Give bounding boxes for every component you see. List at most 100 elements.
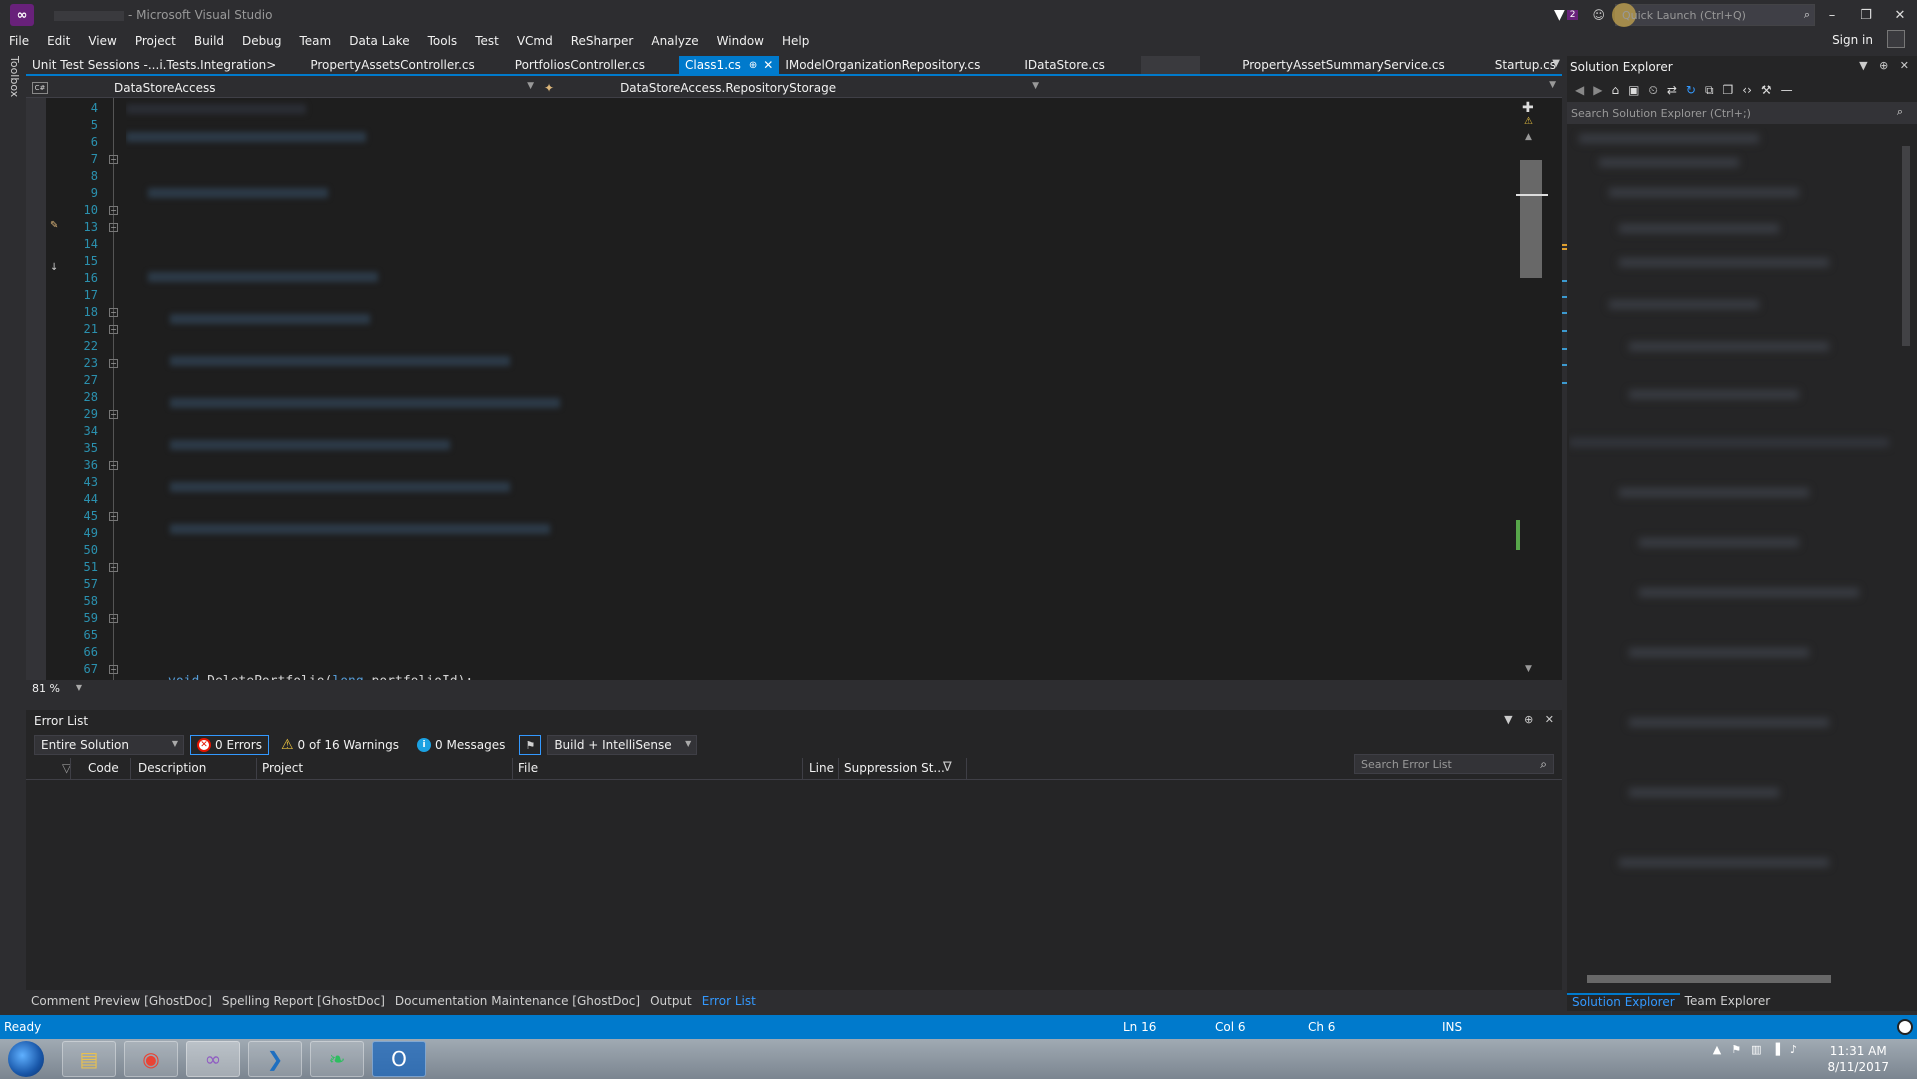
chrome-taskbar-icon[interactable]: ◉ [124,1041,178,1077]
errors-filter-button[interactable]: ✕ 0 Errors [190,735,269,755]
scope-dropdown[interactable]: Entire Solution ▼ [34,735,184,755]
tree-item-blurred[interactable] [1629,648,1809,657]
close-icon[interactable]: ✕ [1900,59,1909,72]
chevron-down-icon[interactable]: ▼ [172,739,178,748]
tree-item-blurred[interactable] [1639,588,1859,597]
menu-file[interactable]: File [0,34,38,48]
pin-icon[interactable]: ⊕ [1879,59,1888,72]
collapse-outline-icon[interactable]: − [109,155,118,164]
scroll-up-icon[interactable]: ▲ [1525,132,1532,142]
powershell-taskbar-icon[interactable]: ❯ [248,1041,302,1077]
menu-resharper[interactable]: ReSharper [562,34,643,48]
tree-item-blurred[interactable] [1619,258,1829,267]
scroll-down-icon[interactable]: ▼ [1525,664,1532,674]
collapse-outline-icon[interactable]: − [109,461,118,470]
tab-unit-test-sessions[interactable]: Unit Test Sessions -...i.Tests.Integrati… [26,56,282,74]
column-code[interactable]: Code [88,761,119,775]
quick-action-icon[interactable]: ✎ [50,220,58,231]
scroll-thumb[interactable] [1520,160,1542,278]
tab-redacted[interactable] [1140,56,1201,74]
tab-team-explorer[interactable]: Team Explorer [1680,994,1776,1008]
tab-overflow-icon[interactable]: ▼ [1552,58,1560,69]
tree-item-blurred[interactable] [1639,538,1799,547]
outlook-taskbar-icon[interactable]: O [372,1041,426,1077]
show-all-files-icon[interactable]: ❐ [1723,83,1734,97]
minimize-button[interactable]: – [1815,8,1849,23]
chevron-down-icon[interactable]: ▼ [527,81,534,91]
tab-property-asset-summary-service[interactable]: PropertyAssetSummaryService.cs [1236,56,1451,74]
column-line[interactable]: Line [809,761,834,775]
member-dropdown[interactable]: ✦ DataStoreAccess.RepositoryStorage ▼ [538,79,1043,97]
collapse-outline-icon[interactable]: − [109,308,118,317]
view-code-icon[interactable]: ‹› [1742,83,1752,97]
zoom-dropdown[interactable]: 81 % ▼ [26,682,86,695]
tab-portfolios-controller[interactable]: PortfoliosController.cs [509,56,651,74]
toolbox-tab[interactable]: Toolbox [8,56,21,97]
properties-wrench-icon[interactable]: ⚒ [1761,83,1772,97]
tab-class1[interactable]: Class1.cs ⊕ ✕ [678,56,780,74]
search-icon[interactable]: ⌕ [1804,8,1810,22]
file-explorer-taskbar-icon[interactable]: ▤ [62,1041,116,1077]
pending-changes-filter-icon[interactable]: ⏲ [1648,83,1657,98]
references-icon[interactable]: ↓ [50,262,58,273]
evernote-taskbar-icon[interactable]: ❧ [310,1041,364,1077]
pin-icon[interactable]: ⊕ [749,60,757,71]
tree-item-blurred[interactable] [1619,858,1829,867]
taskbar-clock[interactable]: 11:31 AM 8/11/2017 [1827,1043,1889,1075]
tab-comment-preview[interactable]: Comment Preview [GhostDoc] [26,994,217,1008]
pin-icon[interactable]: ⊕ [1524,713,1533,726]
tab-solution-explorer[interactable]: Solution Explorer [1567,993,1680,1009]
tab-documentation-maintenance[interactable]: Documentation Maintenance [GhostDoc] [390,994,645,1008]
collapse-outline-icon[interactable]: − [109,223,118,232]
collapse-outline-icon[interactable]: − [109,614,118,623]
start-button[interactable] [8,1041,44,1077]
volume-muted-icon[interactable]: ♪ [1790,1043,1797,1056]
visual-studio-logo-icon[interactable]: ∞ [10,4,34,26]
build-filter-icon[interactable]: ⚑ [519,735,542,755]
close-tab-icon[interactable]: ✕ [763,58,773,72]
back-icon[interactable]: ◀ [1575,83,1584,97]
scroll-thumb[interactable] [1587,975,1831,983]
solution-tree-vertical-scrollbar[interactable] [1899,128,1913,968]
close-window-button[interactable]: ✕ [1883,8,1917,23]
menu-view[interactable]: View [79,34,125,48]
tree-item-blurred[interactable] [1629,788,1779,797]
menu-team[interactable]: Team [290,34,340,48]
tray-overflow-icon[interactable]: ▲ [1713,1043,1721,1056]
solution-explorer-search-input[interactable]: Search Solution Explorer (Ctrl+;) ⌕ [1567,102,1917,124]
tree-item-blurred[interactable] [1629,390,1799,399]
column-suppression-state[interactable]: Suppression St... [844,761,945,775]
search-icon[interactable]: ⌕ [1897,105,1903,119]
action-center-flag-icon[interactable]: ⚑ [1731,1043,1741,1056]
collapse-outline-icon[interactable]: − [109,325,118,334]
chevron-down-icon[interactable]: ▼ [1032,81,1039,91]
tab-property-assets-controller[interactable]: PropertyAssetsController.cs [304,56,480,74]
scroll-thumb[interactable] [1902,146,1910,346]
warnings-filter-button[interactable]: ⚠ 0 of 16 Warnings [275,735,405,755]
menu-help[interactable]: Help [773,34,818,48]
tree-item-blurred[interactable] [1599,158,1739,167]
publish-status-icon[interactable] [1897,1019,1913,1035]
messages-filter-button[interactable]: i 0 Messages [411,735,511,755]
visual-studio-taskbar-icon[interactable]: ∞ [186,1041,240,1077]
account-icon[interactable] [1887,30,1905,48]
chevron-down-icon[interactable]: ▼ [76,683,82,692]
tree-item-blurred[interactable] [1619,488,1809,497]
feedback-icon[interactable]: ☺ [1592,8,1605,22]
tab-error-list[interactable]: Error List [697,994,761,1008]
notification-count[interactable]: 2 [1566,10,1579,20]
solution-tree-horizontal-scrollbar[interactable] [1573,972,1893,986]
column-description[interactable]: Description [138,761,206,775]
code-editor[interactable]: 4 5 6 7−8 9 10−13−14 15 16 17 18−21−22 23−27 28 29−3… [26,98,1572,680]
menu-data-lake[interactable]: Data Lake [340,34,418,48]
tree-item-blurred[interactable] [1609,300,1759,309]
switch-views-icon[interactable]: ▣ [1628,83,1639,97]
menu-debug[interactable]: Debug [233,34,290,48]
collapse-all-icon[interactable]: ⧉ [1705,83,1714,98]
menu-build[interactable]: Build [185,34,233,48]
collapse-outline-icon[interactable]: − [109,206,118,215]
collapse-outline-icon[interactable]: − [109,512,118,521]
refresh-icon[interactable]: ↻ [1686,83,1696,97]
tab-startup[interactable]: Startup.cs [1489,56,1562,74]
close-icon[interactable]: ✕ [1545,713,1554,726]
